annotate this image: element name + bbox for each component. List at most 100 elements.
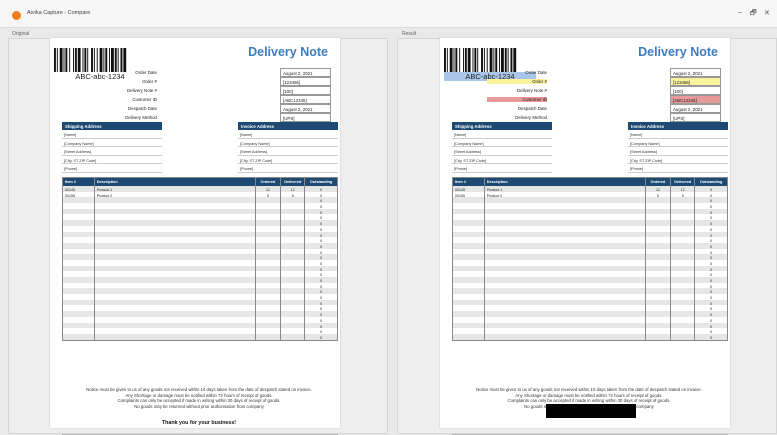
shipping-address-heading: Shipping Address (62, 122, 162, 130)
info-value: [100] (280, 86, 331, 95)
info-label: Order Date (525, 70, 547, 75)
info-value: August 2, 2021 (280, 68, 331, 77)
minimize-button[interactable]: – (738, 9, 742, 16)
barcode-bar (486, 48, 488, 72)
address-line: [Street Address] (238, 147, 338, 156)
barcode-bar (59, 48, 63, 72)
info-label: Order # (142, 79, 157, 84)
address-line: [Phone] (238, 164, 338, 173)
window-title: Aivika Capture - Compare (27, 10, 91, 16)
thank-you-text: Thank you for your business! (161, 420, 237, 426)
barcode-bar (56, 48, 58, 72)
info-value: [100] (670, 86, 721, 95)
shipping-address: Shipping Address [Name] [Company Name] [… (62, 122, 162, 173)
column-header: Ordered (646, 178, 672, 186)
address-line: [Street Address] (62, 147, 162, 156)
info-value-highlighted[interactable]: [ABC12345] (670, 95, 721, 104)
info-value: [UPS] (670, 113, 721, 122)
barcode-bar (463, 48, 464, 72)
table-cell (281, 333, 306, 340)
barcode-bar (481, 48, 483, 72)
column-header: Delivered (281, 178, 306, 186)
address-line: [Street Address] (628, 147, 728, 156)
barcode-bar (73, 48, 74, 72)
document-title: Delivery Note (248, 45, 328, 59)
info-label: Despatch Date (127, 106, 157, 111)
address-line: [City, ST ZIP Code] (452, 156, 552, 164)
address-line: [City, ST ZIP Code] (628, 156, 728, 164)
items-table: Item # Description Ordered Delivered Out… (452, 177, 728, 341)
info-label: Delivery Note # (516, 88, 547, 93)
info-label-highlighted[interactable]: Customer ID (487, 97, 547, 102)
table-cell (63, 333, 95, 340)
barcode-bar (489, 48, 493, 72)
notice-text: Notice must be given to us of any goods … (60, 387, 338, 409)
info-value: August 2, 2021 (670, 104, 721, 113)
invoice-address: Invoice Address [Name] [Company Name] [S… (628, 122, 728, 173)
barcode-bar (117, 48, 119, 72)
info-value-highlighted[interactable]: [123456] (670, 77, 721, 86)
info-label: Order Date (135, 70, 157, 75)
table-cell: 0 (320, 335, 323, 340)
redaction-box[interactable] (546, 404, 636, 418)
barcode-bar (84, 48, 87, 72)
invoice-address-heading: Invoice Address (628, 122, 728, 130)
barcode-bar (103, 48, 105, 72)
shipping-address-heading: Shipping Address (452, 122, 552, 130)
address-line: [Name] (62, 130, 162, 139)
barcode-bar (459, 48, 461, 72)
column-header: Ordered (256, 178, 282, 186)
barcode-bar (54, 48, 56, 72)
address-line: [Phone] (62, 164, 162, 173)
table-cell (485, 333, 646, 340)
address-line: [Company Name] (452, 139, 552, 147)
barcode-bar (507, 48, 509, 72)
barcode-bar (77, 48, 81, 72)
barcode-bar (105, 48, 108, 72)
address-line: [City, ST ZIP Code] (62, 156, 162, 164)
info-value: August 2, 2021 (670, 68, 721, 77)
column-header: Description (95, 178, 256, 186)
restore-button[interactable]: 🗗 (750, 9, 757, 20)
table-cell (256, 333, 282, 340)
column-header: Outstanding (699, 180, 723, 184)
address-line: [Name] (238, 130, 338, 139)
address-line: [Company Name] (62, 139, 162, 147)
address-line: [Phone] (628, 164, 728, 173)
barcode-bar (123, 48, 127, 72)
app-logo-icon (12, 11, 21, 20)
barcode-bar (82, 48, 84, 72)
invoice-address: Invoice Address [Name] [Company Name] [S… (238, 122, 338, 173)
barcode-bar (87, 48, 89, 72)
notice-line: No goods may be returned without prior a… (134, 403, 264, 409)
table-cell (671, 333, 696, 340)
barcode-bar (493, 48, 495, 72)
barcode-bar (96, 48, 98, 72)
address-line: [City, ST ZIP Code] (238, 156, 338, 164)
barcode-bar (91, 48, 93, 72)
info-label-highlighted[interactable]: Order # (487, 79, 547, 84)
original-pane-label: Original (12, 31, 30, 37)
barcode-bar (99, 48, 103, 72)
barcode-bar (495, 48, 498, 72)
close-button[interactable]: ✕ (764, 9, 770, 17)
items-table-header: Item # Description Ordered Delivered Out… (63, 178, 337, 186)
barcode-bar (114, 48, 117, 72)
barcode-bar (483, 48, 485, 72)
barcode-bar (449, 48, 453, 72)
barcode-bar (93, 48, 95, 72)
barcode-bar (455, 48, 458, 72)
barcode-bar (109, 48, 111, 72)
info-value: [UPS] (280, 113, 331, 122)
table-row: 0 (453, 333, 727, 340)
barcode-bar (65, 48, 68, 72)
info-label: Despatch Date (517, 106, 547, 111)
barcode-bar (120, 48, 123, 72)
barcode-bar (477, 48, 479, 72)
column-header: Description (485, 178, 646, 186)
barcode-bar (63, 48, 65, 72)
table-cell (95, 333, 256, 340)
barcode-bar (74, 48, 77, 72)
barcode-bar (446, 48, 448, 72)
address-line: [Street Address] (452, 147, 552, 156)
